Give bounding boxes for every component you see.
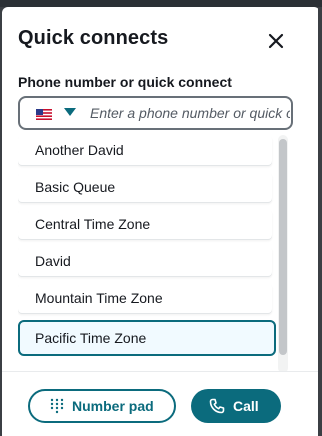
- list-item-label: Another David: [35, 142, 124, 158]
- chevron-down-icon[interactable]: [64, 108, 76, 116]
- phone-field-label: Phone number or quick connect: [18, 74, 232, 90]
- us-flag-icon: [36, 109, 52, 120]
- list-item-another-david[interactable]: Another David: [18, 135, 272, 165]
- list-item-label: David: [35, 253, 71, 269]
- list-item-david[interactable]: David: [18, 246, 272, 276]
- close-icon: [268, 33, 284, 49]
- phone-icon: [209, 398, 225, 414]
- list-item-mountain-time-zone[interactable]: Mountain Time Zone: [18, 283, 272, 313]
- list-item-label: Central Time Zone: [35, 216, 151, 232]
- phone-input-group: [18, 96, 293, 130]
- country-selector[interactable]: [36, 107, 52, 120]
- close-button[interactable]: [264, 29, 288, 53]
- list-item-label: Basic Queue: [35, 179, 116, 195]
- keypad-icon: [50, 398, 64, 414]
- window-edge: [318, 7, 322, 436]
- scrollbar-thumb[interactable]: [279, 139, 287, 355]
- quick-connect-list: Another David Basic Queue Central Time Z…: [18, 135, 292, 373]
- phone-number-input[interactable]: [90, 98, 290, 128]
- call-button[interactable]: Call: [191, 389, 281, 423]
- list-item-label: Pacific Time Zone: [35, 330, 147, 346]
- number-pad-button[interactable]: Number pad: [28, 389, 176, 423]
- panel-footer: Number pad Call: [2, 371, 320, 436]
- call-label: Call: [233, 398, 259, 414]
- list-item-pacific-time-zone[interactable]: Pacific Time Zone: [18, 320, 276, 356]
- list-scrollbar[interactable]: [278, 135, 288, 373]
- quick-connects-panel: Quick connects Phone number or quick con…: [2, 7, 320, 436]
- number-pad-label: Number pad: [72, 398, 154, 414]
- panel-title: Quick connects: [18, 27, 169, 49]
- list-item-label: Mountain Time Zone: [35, 290, 163, 306]
- top-bar: [0, 0, 322, 7]
- list-item-central-time-zone[interactable]: Central Time Zone: [18, 209, 272, 239]
- list-item-basic-queue[interactable]: Basic Queue: [18, 172, 272, 202]
